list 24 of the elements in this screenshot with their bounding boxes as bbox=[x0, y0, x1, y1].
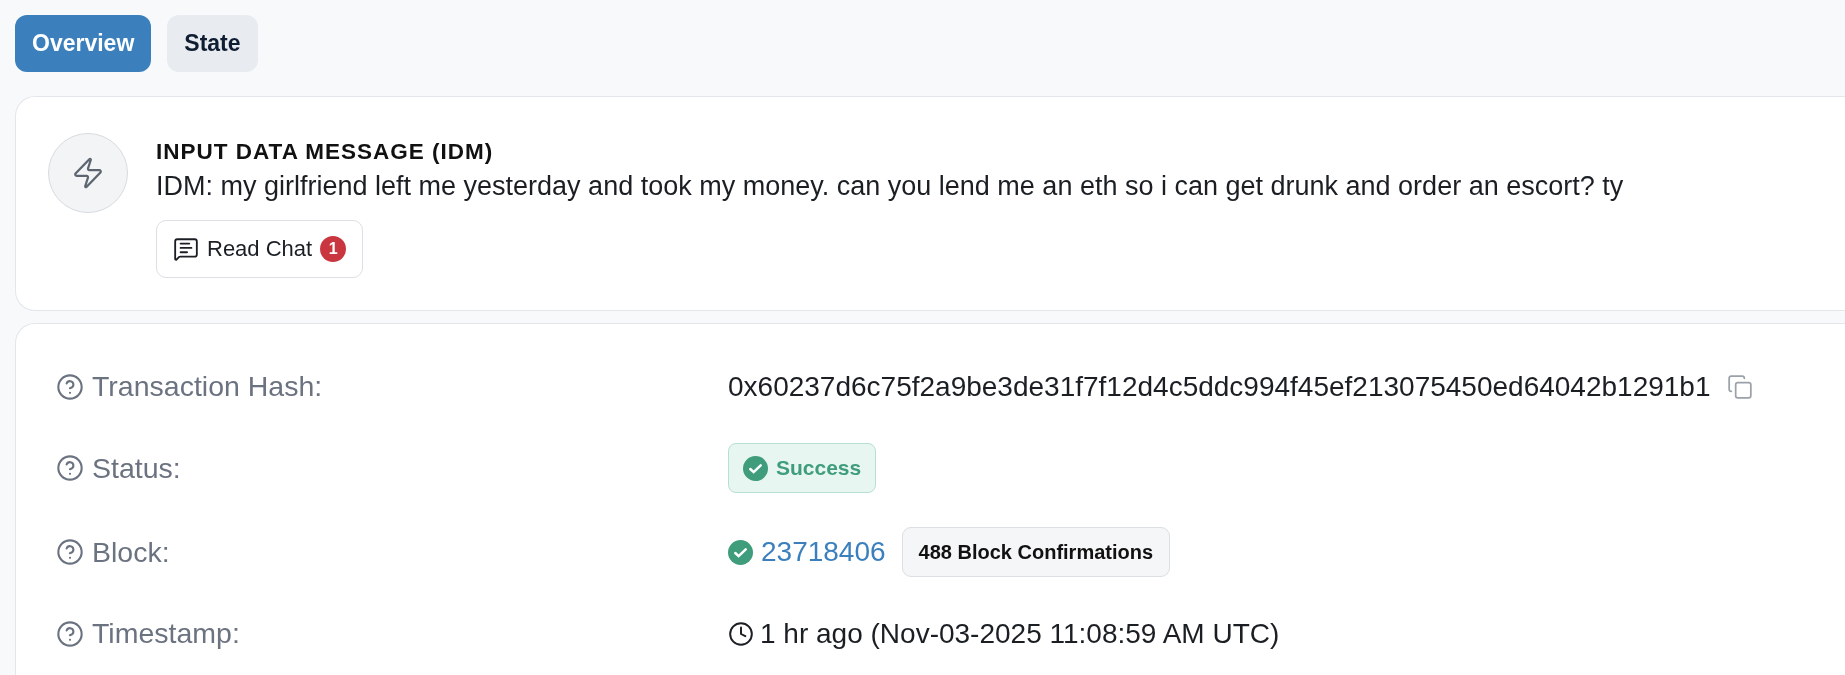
count-badge: 1 bbox=[320, 236, 347, 262]
status-badge: Success bbox=[728, 443, 877, 493]
check-circle-icon bbox=[728, 539, 753, 565]
help-icon[interactable] bbox=[56, 454, 84, 482]
field-label: Timestamp: bbox=[92, 617, 240, 650]
copy-icon[interactable] bbox=[1726, 373, 1753, 400]
timestamp-value: 1 hr ago (Nov-03-2025 11:08:59 AM UTC) bbox=[760, 617, 1280, 650]
help-icon[interactable] bbox=[56, 619, 84, 648]
card-title: INPUT DATA MESSAGE (IDM) bbox=[156, 139, 495, 165]
chat-icon bbox=[173, 236, 199, 262]
field-label: Transaction Hash: bbox=[92, 370, 323, 403]
read-chat-button[interactable]: Read Chat 1 bbox=[156, 220, 364, 278]
check-circle-icon bbox=[743, 455, 768, 481]
tab[interactable]: State bbox=[167, 15, 258, 72]
clock-icon bbox=[728, 620, 754, 647]
confirmations-badge: 488 Block Confirmations bbox=[901, 527, 1171, 577]
message-text: IDM: my girlfriend left me yesterday and took my money. can you lend me an eth so i can get drunk and order an escort? ty bbox=[156, 171, 1624, 202]
tab[interactable]: Overview bbox=[15, 15, 152, 72]
hash-value: 0x60237d6c75f2a9be3de31f7f12d4c5ddc994f45ef213075450ed64042b1291b1 bbox=[728, 370, 1711, 403]
field-label: Status: bbox=[92, 451, 181, 485]
field-label: Block: bbox=[92, 535, 170, 569]
help-icon[interactable] bbox=[56, 372, 84, 401]
help-icon[interactable] bbox=[56, 538, 84, 566]
block-link[interactable]: 23718406 bbox=[761, 536, 886, 568]
